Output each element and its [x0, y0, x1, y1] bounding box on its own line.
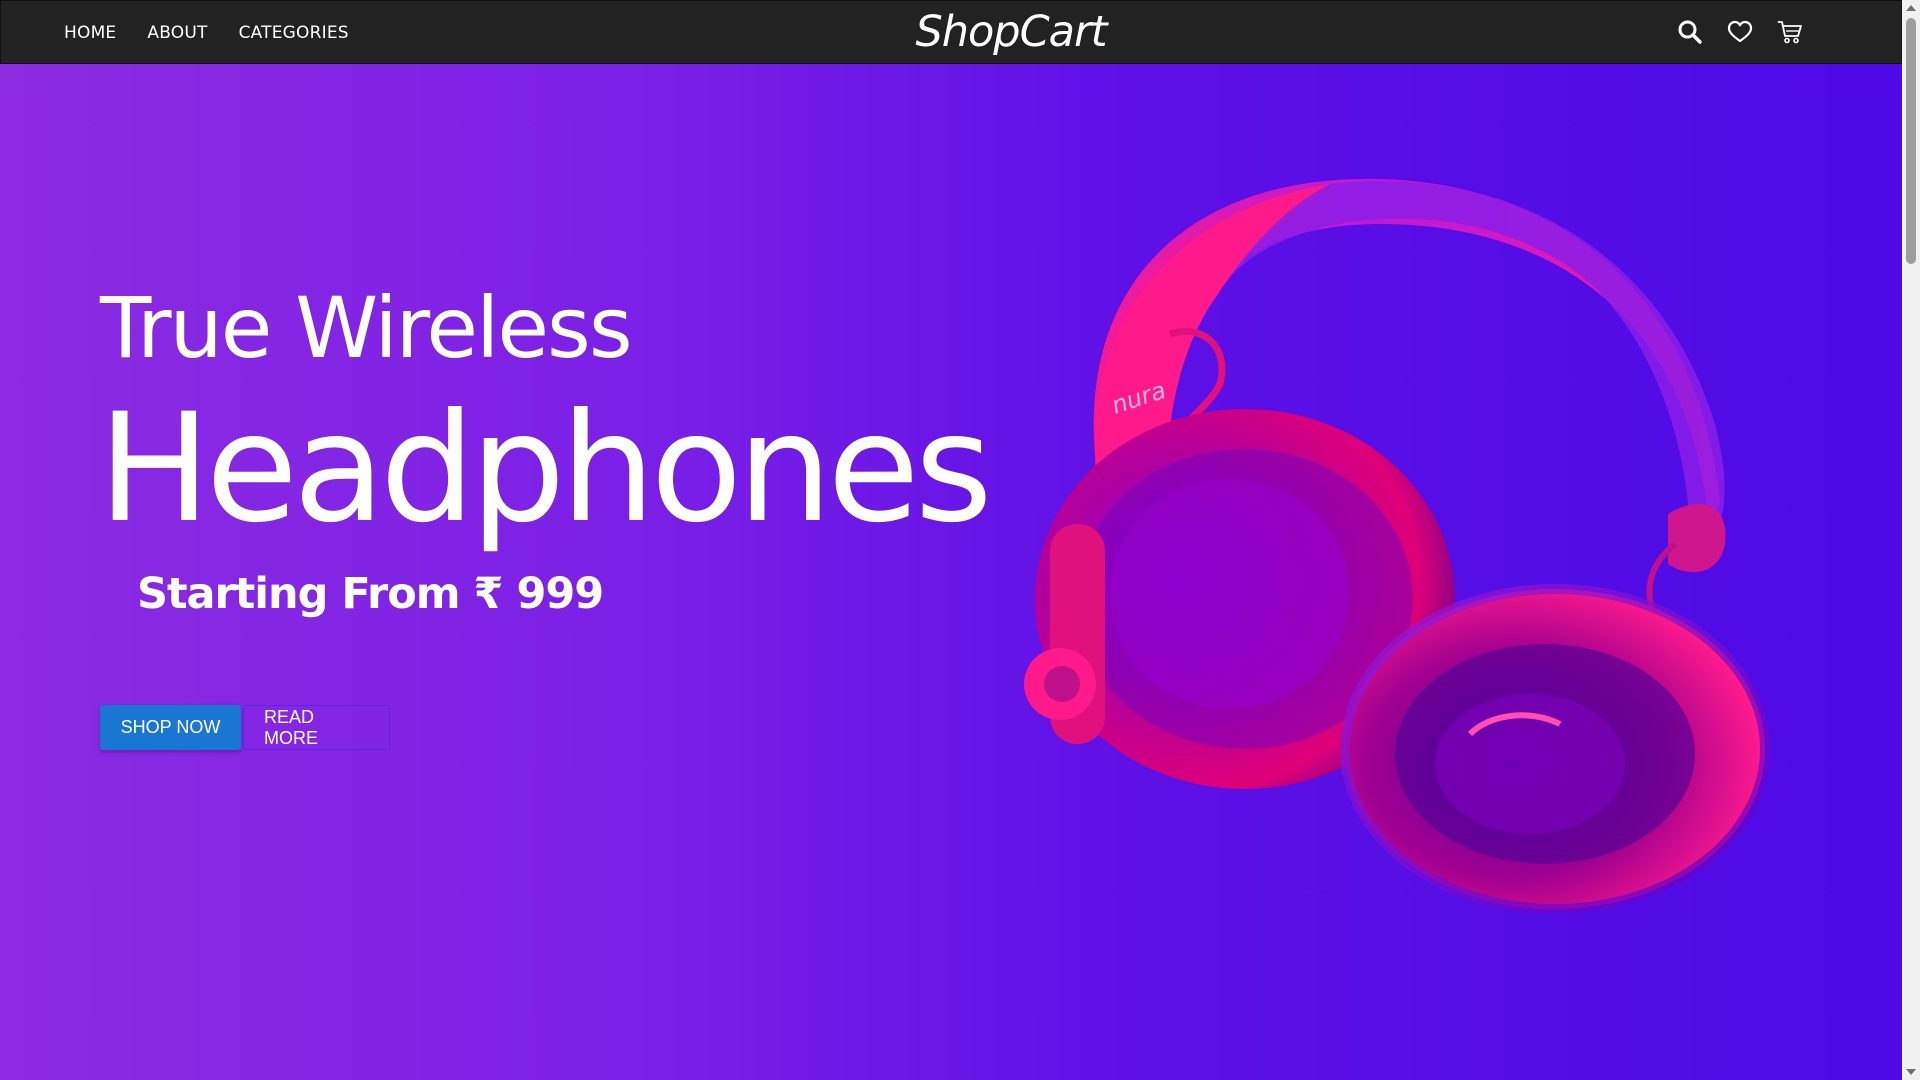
hero-banner: True Wireless Headphones Starting From ₹…	[0, 64, 1902, 1080]
hero-buttons: SHOP NOW READ MORE	[100, 705, 390, 750]
cart-icon[interactable]	[1777, 19, 1803, 45]
scrollbar-thumb[interactable]	[1906, 18, 1916, 264]
search-icon[interactable]	[1677, 19, 1703, 45]
hero-title: Headphones	[98, 382, 993, 556]
nav-icons	[1677, 19, 1803, 45]
nav-link-about[interactable]: ABOUT	[147, 23, 207, 43]
read-more-button[interactable]: READ MORE	[243, 705, 390, 750]
shop-now-button[interactable]: SHOP NOW	[100, 705, 241, 750]
page-scrollbar[interactable]	[1902, 0, 1920, 1080]
nav-links: HOME ABOUT CATEGORIES	[64, 1, 349, 65]
brand-logo[interactable]: ShopCart	[915, 7, 1107, 57]
headphones-image: nura	[1024, 178, 1770, 914]
scroll-down-icon[interactable]	[1906, 1069, 1916, 1075]
scroll-up-icon[interactable]	[1906, 5, 1916, 11]
page: HOME ABOUT CATEGORIES ShopCart True Wire…	[0, 0, 1920, 1080]
hero-price: Starting From ₹ 999	[137, 569, 604, 619]
nav-link-categories[interactable]: CATEGORIES	[239, 23, 349, 43]
navbar: HOME ABOUT CATEGORIES ShopCart	[0, 0, 1902, 64]
heart-icon[interactable]	[1727, 19, 1753, 45]
hero-subtitle: True Wireless	[100, 279, 633, 377]
nav-link-home[interactable]: HOME	[64, 23, 116, 43]
